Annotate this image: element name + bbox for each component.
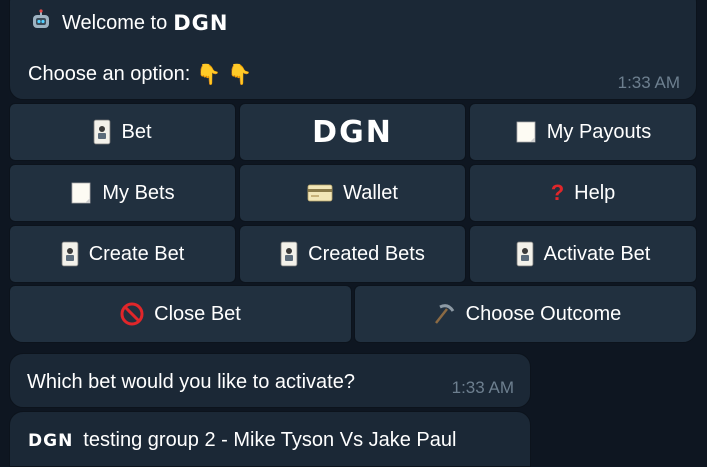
- choose-outcome-button[interactable]: Choose Outcome: [354, 285, 697, 343]
- brand-logo: DGN: [28, 430, 74, 451]
- choose-outcome-button-label: Choose Outcome: [465, 302, 622, 325]
- chat-screen: Welcome to DGN Choose an option: 👇 👇 1:3…: [0, 0, 707, 467]
- wallet-button[interactable]: Wallet: [239, 164, 466, 222]
- brand-logo: DGN: [173, 11, 229, 35]
- my-bets-button[interactable]: My Bets: [9, 164, 236, 222]
- brand-button[interactable]: DGN: [239, 103, 466, 161]
- bet-button-label: Bet: [121, 120, 152, 143]
- created-bets-button-label: Created Bets: [308, 242, 425, 265]
- playing-card-icon: [61, 241, 79, 267]
- help-button[interactable]: ? Help: [469, 164, 697, 222]
- playing-card-icon: [93, 119, 111, 145]
- create-bet-button-label: Create Bet: [88, 242, 185, 265]
- question-mark-icon: ?: [550, 180, 565, 205]
- brand-logo: DGN: [312, 114, 393, 150]
- choose-prompt-text: Choose an option:: [28, 63, 191, 85]
- bet-option-label: testing group 2 - Mike Tyson Vs Jake Pau…: [83, 429, 457, 451]
- created-bets-button[interactable]: Created Bets: [239, 225, 466, 283]
- bet-button[interactable]: Bet: [9, 103, 236, 161]
- robot-icon: [30, 9, 62, 37]
- bet-option-button[interactable]: DGN testing group 2 - Mike Tyson Vs Jake…: [9, 411, 531, 467]
- my-bets-button-label: My Bets: [102, 181, 175, 204]
- playing-card-icon: [516, 241, 534, 267]
- memo-icon: [70, 181, 92, 205]
- bet-option-line: DGN testing group 2 - Mike Tyson Vs Jake…: [28, 429, 456, 452]
- question-text: Which bet would you like to activate?: [27, 371, 355, 393]
- question-message: Which bet would you like to activate? 1:…: [9, 353, 531, 408]
- choose-prompt-line: Choose an option: 👇 👇: [28, 62, 252, 87]
- wallet-button-label: Wallet: [343, 181, 398, 204]
- message-timestamp: 1:33 AM: [451, 378, 514, 397]
- playing-card-icon: [280, 241, 298, 267]
- welcome-text: Welcome to: [62, 11, 168, 34]
- credit-card-icon: [307, 184, 333, 202]
- activate-bet-button-label: Activate Bet: [543, 242, 651, 265]
- close-bet-button-label: Close Bet: [154, 302, 241, 325]
- create-bet-button[interactable]: Create Bet: [9, 225, 236, 283]
- memo-icon: [515, 120, 537, 144]
- pointing-down-hand-icon: 👇: [227, 64, 253, 86]
- activate-bet-button[interactable]: Activate Bet: [469, 225, 697, 283]
- welcome-message: Welcome to DGN Choose an option: 👇 👇 1:3…: [9, 0, 697, 100]
- help-button-label: Help: [574, 181, 616, 204]
- pick-icon: [430, 301, 456, 327]
- message-timestamp: 1:33 AM: [617, 73, 680, 92]
- pointing-down-hand-icon: 👇: [196, 64, 222, 86]
- welcome-line: Welcome to DGN: [30, 9, 228, 37]
- my-payouts-button[interactable]: My Payouts: [469, 103, 697, 161]
- my-payouts-button-label: My Payouts: [546, 120, 652, 143]
- close-bet-button[interactable]: Close Bet: [9, 285, 352, 343]
- no-entry-icon: [120, 302, 144, 326]
